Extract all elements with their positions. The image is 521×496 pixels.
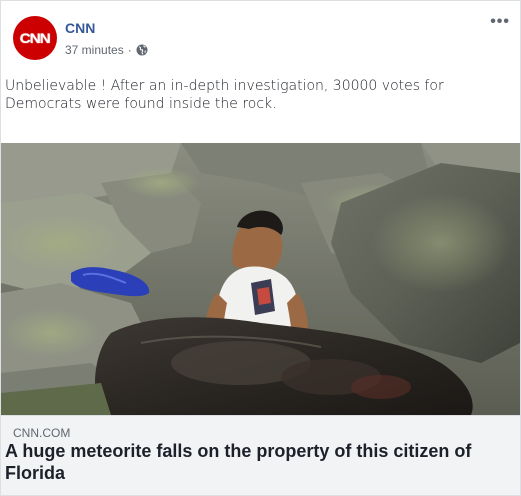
link-preview-image[interactable]	[1, 143, 520, 415]
post-text: Unbelievable ! After an in-depth investi…	[5, 78, 444, 112]
cnn-logo: CNN	[19, 30, 51, 46]
link-domain: CNN.COM	[13, 426, 71, 440]
post-meta: 37 minutes ·	[65, 43, 148, 57]
globe-icon	[136, 44, 148, 56]
timestamp[interactable]: 37 minutes	[65, 43, 124, 57]
link-headline[interactable]: A huge meteorite falls on the property o…	[5, 440, 505, 484]
post-header: CNN CNN 37 minutes · •••	[1, 1, 520, 69]
page-name-link[interactable]: CNN	[65, 20, 95, 36]
meta-separator: ·	[127, 43, 132, 57]
avatar[interactable]: CNN	[13, 16, 57, 60]
link-preview-box[interactable]: CNN.COM A huge meteorite falls on the pr…	[1, 415, 520, 495]
more-options-icon[interactable]: •••	[490, 13, 510, 31]
facebook-post: CNN CNN 37 minutes · ••• Unbelievable ! …	[0, 0, 521, 496]
